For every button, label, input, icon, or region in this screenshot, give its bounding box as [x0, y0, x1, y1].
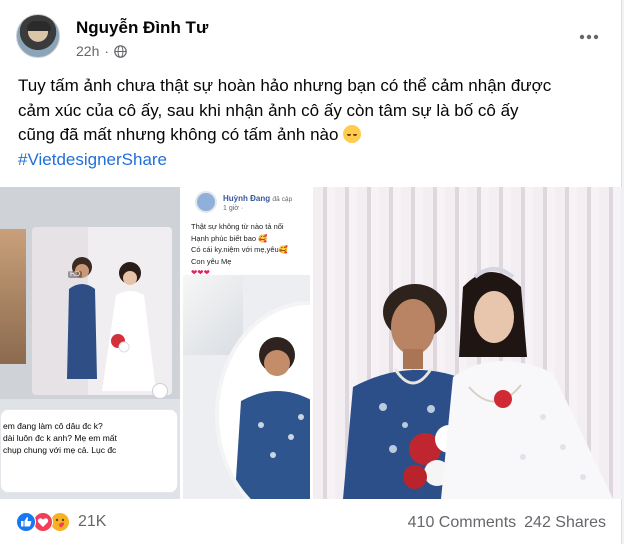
more-icon — [579, 34, 599, 40]
post-footer: 21K 410 Comments 242 Shares — [16, 508, 606, 540]
more-options-button[interactable] — [572, 20, 606, 54]
screenshot-author: Huỳnh Đang đã cập — [223, 194, 292, 203]
reactions[interactable]: 21K — [16, 512, 106, 532]
chat-line: em đang làm cô dâu đc k? — [3, 421, 103, 431]
screenshot-line: Thật sự không từ nào tả nổi — [191, 222, 284, 231]
post-text-line: cảm xúc của cô ấy, sau khi nhận ảnh cô ấ… — [18, 100, 519, 120]
engagement-stats: 410 Comments 242 Shares — [408, 514, 606, 532]
screenshot-photo — [183, 275, 310, 499]
post-meta: 22h · — [76, 43, 127, 59]
media-wedding-photo[interactable] — [313, 187, 622, 499]
like-reaction-icon — [16, 512, 36, 532]
meta-separator: · — [104, 43, 110, 59]
bride-figure — [102, 262, 156, 391]
chat-message: em đang làm cô dâu đc k? dài luôn đc k a… — [0, 409, 178, 493]
chat-line: chụp chung với mẹ cả. Lục đc — [3, 445, 117, 455]
hd-badge: HD — [68, 271, 83, 278]
care-reaction-icon — [50, 512, 70, 532]
comments-count[interactable]: 410 Comments — [408, 514, 517, 532]
screenshot-author-name: Huỳnh Đang — [223, 194, 271, 203]
post-time[interactable]: 22h — [76, 43, 99, 59]
media-chat-screenshot[interactable]: HD em đang làm cô dâu đc k? dài luôn đc … — [0, 187, 180, 499]
post-media[interactable]: HD em đang làm cô dâu đc k? dài luôn đc … — [0, 187, 622, 499]
post-text-line: Tuy tấm ảnh chưa thật sự hoàn hảo nhưng … — [18, 76, 552, 95]
post-text-line-content: cũng đã mất nhưng không có tấm ảnh nào — [18, 125, 339, 144]
screenshot-time: 1 giờ · — [223, 205, 244, 212]
post-card: Nguyễn Đình Tư 22h · Tuy tấm ảnh chưa th… — [0, 0, 622, 544]
side-thumbnail — [0, 229, 26, 364]
shares-count[interactable]: 242 Shares — [524, 514, 606, 532]
hashtag-link[interactable]: #VietdesignerShare — [18, 148, 608, 173]
reaction-count[interactable]: 21K — [78, 513, 106, 531]
screenshot-avatar — [195, 191, 217, 213]
love-reaction-icon — [33, 512, 53, 532]
screenshot-author-suffix: đã cập — [272, 196, 293, 203]
fabric-background — [183, 275, 243, 355]
like-icon — [152, 383, 168, 399]
chat-line: dài luôn đc k anh? Mẹ em mất — [3, 433, 117, 443]
avatar[interactable] — [16, 14, 60, 58]
post-text: Tuy tấm ảnh chưa thật sự hoàn hảo nhưng … — [18, 74, 608, 172]
screenshot-line: Có cái ky.niệm với mẹ,yêu🥰 — [191, 245, 289, 254]
mother-figure — [67, 257, 97, 379]
screenshot-text: Thật sự không từ nào tả nổi Hạnh phúc bi… — [191, 221, 310, 279]
chat-image-area: HD — [0, 187, 180, 399]
globe-icon[interactable] — [114, 44, 127, 58]
pensive-face-emoji — [343, 125, 362, 143]
media-post-screenshot[interactable]: Huỳnh Đang đã cập 1 giờ · Thật sự không … — [183, 187, 310, 499]
post-header: Nguyễn Đình Tư 22h · — [16, 12, 606, 62]
wedding-photo-figures — [343, 267, 613, 499]
post-text-line: cũng đã mất nhưng không có tấm ảnh nào — [18, 123, 608, 148]
screenshot-line-text: Con yêu Mẹ — [191, 256, 232, 266]
screenshot-line: Hạnh phúc biết bao 🥰 — [191, 233, 268, 243]
author-name[interactable]: Nguyễn Đình Tư — [76, 18, 208, 38]
mother-bride-photo: HD — [32, 227, 172, 395]
